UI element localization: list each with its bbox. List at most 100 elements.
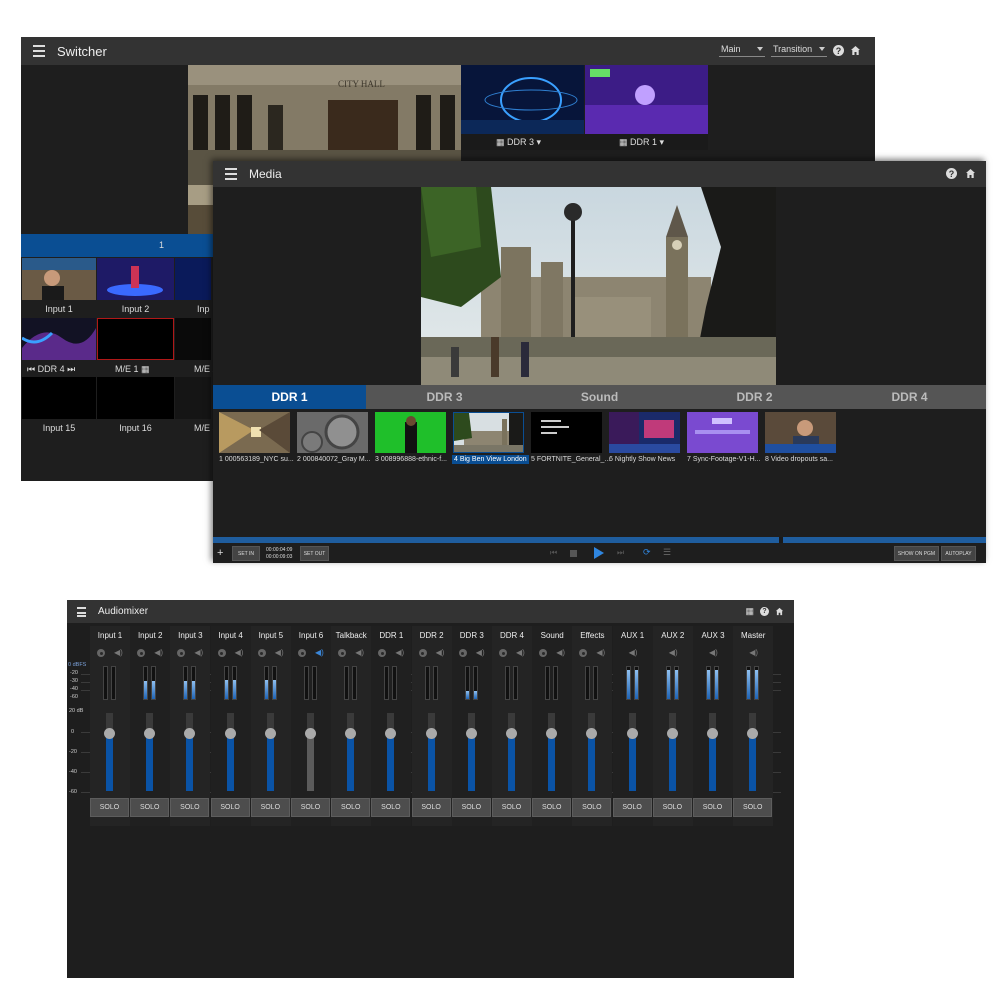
solo-button[interactable]: SOLO xyxy=(733,798,773,817)
volume-fader[interactable] xyxy=(586,713,598,791)
fader-knob[interactable] xyxy=(626,727,638,739)
ddr4-thumb[interactable] xyxy=(22,318,96,360)
gear-icon[interactable] xyxy=(418,649,427,657)
volume-fader[interactable] xyxy=(104,713,115,791)
fader-knob[interactable] xyxy=(184,727,196,739)
tab-sound[interactable]: Sound xyxy=(523,385,676,409)
clip-thumb-6[interactable] xyxy=(609,412,680,453)
gear-icon[interactable] xyxy=(378,649,387,657)
me5-thumb[interactable] xyxy=(175,377,211,419)
gear-icon[interactable] xyxy=(257,649,266,657)
tab-ddr4[interactable]: DDR 4 xyxy=(833,385,986,409)
gear-icon[interactable] xyxy=(217,649,226,657)
clip-thumb-5[interactable] xyxy=(531,412,602,453)
fader-knob[interactable] xyxy=(385,727,397,739)
solo-button[interactable]: SOLO xyxy=(693,798,732,817)
speaker-icon[interactable]: ◀) xyxy=(395,649,404,657)
speaker-icon[interactable]: ◀) xyxy=(154,649,163,657)
gear-icon[interactable] xyxy=(499,649,507,657)
speaker-icon[interactable]: ◀) xyxy=(556,649,565,657)
bus-bar[interactable]: 1 xyxy=(21,234,221,257)
transition-dropdown[interactable]: Transition xyxy=(771,44,827,57)
autoplay-button[interactable]: AUTOPLAY xyxy=(941,546,976,561)
speaker-icon[interactable]: ◀) xyxy=(596,649,605,657)
volume-fader[interactable] xyxy=(264,713,276,791)
volume-fader[interactable] xyxy=(747,713,759,791)
solo-button[interactable]: SOLO xyxy=(451,798,491,817)
main-dropdown[interactable]: Main xyxy=(719,44,765,57)
home-icon[interactable] xyxy=(850,45,861,56)
volume-fader[interactable] xyxy=(224,713,236,791)
grid-icon[interactable]: ▦ xyxy=(745,606,754,617)
speaker-icon[interactable]: ◀) xyxy=(436,649,445,657)
clip-thumb-2[interactable] xyxy=(297,412,368,453)
speaker-icon[interactable]: ◀) xyxy=(516,649,525,657)
solo-button[interactable]: SOLO xyxy=(291,798,330,817)
volume-fader[interactable] xyxy=(506,713,517,791)
volume-fader[interactable] xyxy=(666,713,678,791)
speaker-icon[interactable]: ◀) xyxy=(114,649,123,657)
gear-icon[interactable] xyxy=(338,649,347,657)
input-2-thumb[interactable] xyxy=(97,258,174,300)
tab-ddr2[interactable]: DDR 2 xyxy=(678,385,831,409)
solo-button[interactable]: SOLO xyxy=(492,798,531,817)
solo-button[interactable]: SOLO xyxy=(250,798,290,817)
speaker-icon[interactable]: ◀) xyxy=(275,649,284,657)
solo-button[interactable]: SOLO xyxy=(210,798,250,817)
input-16-thumb[interactable] xyxy=(97,377,174,419)
skip-forward-icon[interactable]: ⏭ xyxy=(65,364,75,374)
menu-icon[interactable] xyxy=(33,45,45,57)
home-icon[interactable] xyxy=(965,168,976,179)
gear-icon[interactable] xyxy=(458,649,467,657)
volume-fader[interactable] xyxy=(465,713,477,791)
fader-knob[interactable] xyxy=(707,727,718,739)
skip-back-icon[interactable]: ⏮ xyxy=(27,364,38,374)
loop-icon[interactable]: ⟳ xyxy=(643,547,651,558)
volume-fader[interactable] xyxy=(305,713,316,791)
volume-fader[interactable] xyxy=(385,713,397,791)
add-icon[interactable]: + xyxy=(217,547,223,559)
volume-fader[interactable] xyxy=(626,713,638,791)
skip-back-icon[interactable]: ⏮ xyxy=(550,548,557,558)
show-on-pgm-button[interactable]: SHOW ON PGM xyxy=(894,546,939,561)
fader-knob[interactable] xyxy=(586,727,598,739)
input-15-thumb[interactable] xyxy=(22,377,96,419)
help-icon[interactable]: ? xyxy=(833,45,844,56)
playhead[interactable] xyxy=(779,537,783,543)
fader-knob[interactable] xyxy=(345,727,357,739)
timeline-bar[interactable] xyxy=(213,537,986,543)
fader-knob[interactable] xyxy=(747,727,759,739)
volume-fader[interactable] xyxy=(345,713,357,791)
menu-icon[interactable] xyxy=(77,606,86,617)
stop-icon[interactable] xyxy=(570,550,577,557)
menu-icon[interactable] xyxy=(225,168,237,180)
fader-knob[interactable] xyxy=(425,727,437,739)
volume-fader[interactable] xyxy=(546,713,558,791)
gear-icon[interactable] xyxy=(137,649,146,657)
gear-icon[interactable] xyxy=(298,649,306,657)
solo-button[interactable]: SOLO xyxy=(572,798,612,817)
fader-knob[interactable] xyxy=(305,727,316,739)
fader-knob[interactable] xyxy=(264,727,276,739)
help-icon[interactable]: ? xyxy=(946,168,957,179)
clip-thumb-3[interactable] xyxy=(375,412,446,453)
ddr4-transport[interactable]: ⏮ DDR 4 ⏭ xyxy=(27,364,75,375)
speaker-icon[interactable]: ◀) xyxy=(476,649,485,657)
solo-button[interactable]: SOLO xyxy=(170,798,210,817)
ddr1-preview-selector[interactable]: ▦ DDR 1 ▾ xyxy=(619,137,664,148)
tab-ddr3[interactable]: DDR 3 xyxy=(368,385,521,409)
set-out-button[interactable]: SET OUT xyxy=(300,546,329,561)
clip-thumb-1[interactable] xyxy=(219,412,290,453)
input-3-thumb[interactable] xyxy=(175,258,211,300)
me2-thumb[interactable] xyxy=(175,318,211,360)
speaker-icon[interactable]: ◀) xyxy=(235,649,244,657)
solo-button[interactable]: SOLO xyxy=(90,798,129,817)
help-icon[interactable]: ? xyxy=(760,607,769,616)
volume-fader[interactable] xyxy=(425,713,437,791)
clip-thumb-4[interactable] xyxy=(453,412,524,453)
fader-knob[interactable] xyxy=(666,727,678,739)
speaker-icon[interactable]: ◀) xyxy=(749,649,758,657)
speaker-icon[interactable]: ◀) xyxy=(709,649,718,657)
fader-knob[interactable] xyxy=(506,727,517,739)
solo-button[interactable]: SOLO xyxy=(612,798,652,817)
